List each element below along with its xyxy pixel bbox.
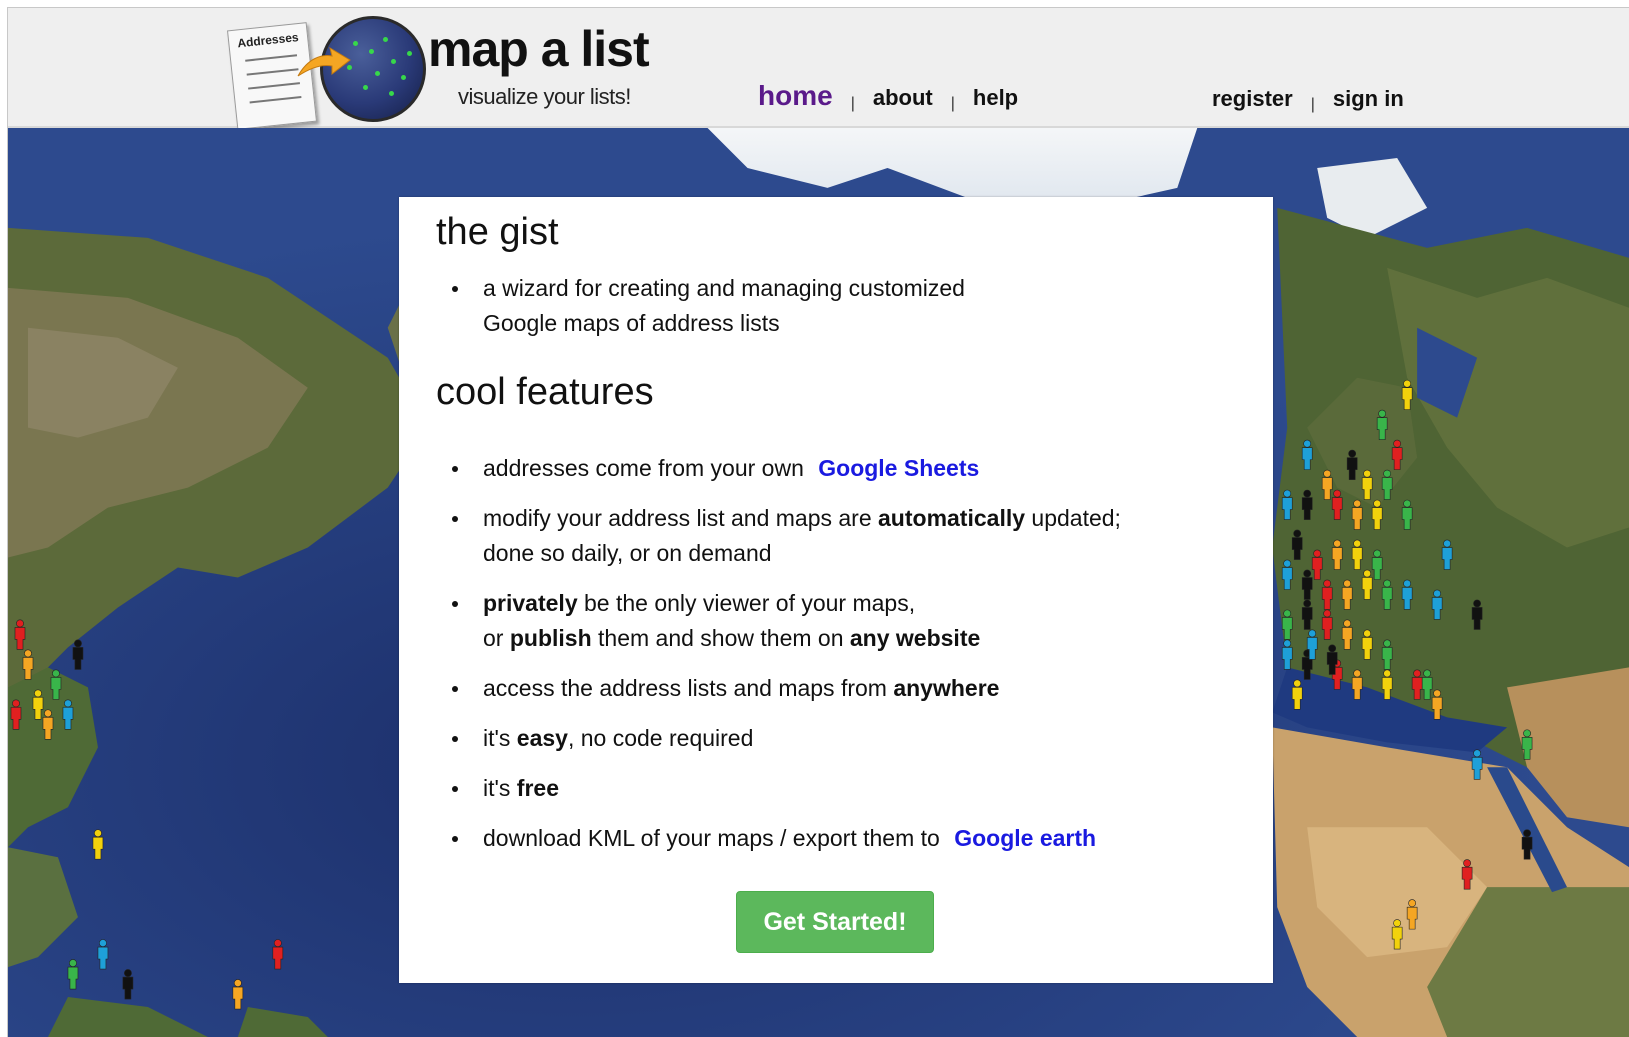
notepad-label: Addresses bbox=[236, 30, 300, 51]
feature-item: addresses come from your own Google Shee… bbox=[452, 451, 1243, 486]
logo-tagline: visualize your lists! bbox=[458, 84, 631, 109]
features-heading: cool features bbox=[436, 371, 654, 413]
nav-separator: | bbox=[850, 95, 855, 112]
google-earth-link[interactable]: Google earth bbox=[954, 825, 1096, 851]
nav-separator: | bbox=[950, 95, 955, 112]
auth-nav: register | sign in bbox=[1212, 86, 1404, 113]
get-started-button[interactable]: Get Started! bbox=[736, 891, 934, 953]
feature-item: access the address lists and maps from a… bbox=[452, 671, 1243, 706]
sign-in-link[interactable]: sign in bbox=[1333, 86, 1404, 111]
info-card: the gist a wizard for creating and manag… bbox=[399, 197, 1273, 983]
nav-help-link[interactable]: help bbox=[973, 85, 1018, 110]
page-frame: Addresses map a list visualize your list… bbox=[7, 7, 1629, 1037]
gist-item: a wizard for creating and managing custo… bbox=[452, 271, 1023, 341]
feature-item: download KML of your maps / export them … bbox=[452, 821, 1243, 856]
features-list: addresses come from your own Google Shee… bbox=[452, 451, 1243, 871]
google-sheets-link[interactable]: Google Sheets bbox=[818, 455, 979, 481]
nav-home-link[interactable]: home bbox=[758, 80, 833, 111]
feature-item: privately be the only viewer of your map… bbox=[452, 586, 1243, 656]
logo-title: map a list bbox=[428, 21, 650, 77]
auth-separator: | bbox=[1310, 96, 1315, 113]
main-nav: home | about | help bbox=[758, 80, 1018, 112]
site-logo[interactable]: Addresses map a list visualize your list… bbox=[226, 16, 702, 130]
site-header: Addresses map a list visualize your list… bbox=[8, 8, 1629, 130]
nav-about-link[interactable]: about bbox=[873, 85, 933, 110]
feature-item: it's free bbox=[452, 771, 1243, 806]
gist-list: a wizard for creating and managing custo… bbox=[452, 271, 1243, 356]
gist-heading: the gist bbox=[436, 211, 559, 253]
register-link[interactable]: register bbox=[1212, 86, 1293, 111]
feature-item: it's easy, no code required bbox=[452, 721, 1243, 756]
feature-item: modify your address list and maps are au… bbox=[452, 501, 1243, 571]
arrow-icon bbox=[297, 46, 351, 77]
